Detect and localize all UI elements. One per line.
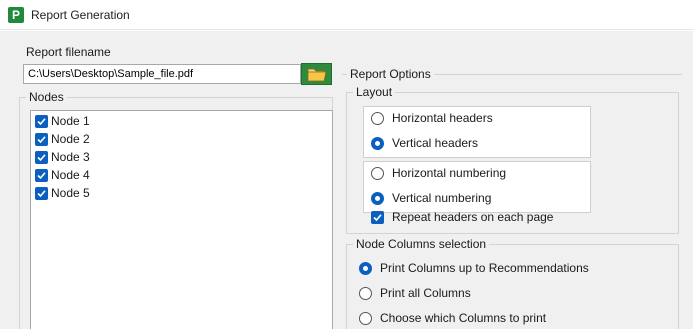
checkmark-icon (37, 117, 46, 125)
layout-legend: Layout (353, 85, 396, 99)
nodes-legend: Nodes (26, 90, 67, 104)
node-5-checkbox[interactable] (35, 186, 48, 200)
node-3-checkbox[interactable] (35, 150, 48, 164)
node-2-checkbox[interactable] (35, 132, 48, 146)
print-all-columns-option[interactable]: Print all Columns (359, 286, 471, 300)
folder-open-icon (307, 68, 326, 82)
node-columns-legend: Node Columns selection (353, 237, 490, 251)
node-1-label: Node 1 (51, 114, 90, 128)
node-1-checkbox[interactable] (35, 114, 48, 128)
nodes-list[interactable]: Node 1 Node 2 Node 3 Node 4 Node 5 (30, 110, 333, 329)
repeat-headers-label: Repeat headers on each page (392, 210, 554, 224)
list-item-node-4[interactable]: Node 4 (35, 166, 90, 184)
vertical-headers-label: Vertical headers (392, 136, 479, 150)
print-all-columns-label: Print all Columns (380, 286, 471, 300)
print-all-columns-radio[interactable] (359, 286, 372, 300)
report-options-legend: Report Options (347, 67, 434, 81)
horizontal-headers-label: Horizontal headers (392, 111, 493, 125)
checkmark-icon (37, 135, 46, 143)
repeat-headers-option[interactable]: Repeat headers on each page (371, 210, 553, 224)
vertical-headers-option[interactable]: Vertical headers (371, 136, 478, 150)
report-filename-input[interactable] (23, 64, 301, 84)
vertical-headers-radio[interactable] (371, 136, 384, 150)
list-item-node-1[interactable]: Node 1 (35, 112, 90, 130)
node-2-label: Node 2 (51, 132, 90, 146)
title-bar: P Report Generation (0, 0, 693, 30)
checkmark-icon (373, 213, 382, 221)
print-columns-up-to-recommendations-radio[interactable] (359, 261, 372, 275)
horizontal-numbering-label: Horizontal numbering (392, 166, 507, 180)
node-5-label: Node 5 (51, 186, 90, 200)
horizontal-numbering-option[interactable]: Horizontal numbering (371, 166, 506, 180)
checkmark-icon (37, 153, 46, 161)
node-3-label: Node 3 (51, 150, 90, 164)
print-columns-up-to-recommendations-option[interactable]: Print Columns up to Recommendations (359, 261, 589, 275)
horizontal-headers-radio[interactable] (371, 111, 384, 125)
print-columns-up-to-recommendations-label: Print Columns up to Recommendations (380, 261, 589, 275)
choose-columns-option[interactable]: Choose which Columns to print (359, 311, 546, 325)
nodes-group: Nodes Node 1 Node 2 Node 3 Node 4 Node 5 (19, 90, 333, 329)
horizontal-numbering-radio[interactable] (371, 166, 384, 180)
window-title: Report Generation (31, 8, 130, 22)
list-item-node-5[interactable]: Node 5 (35, 184, 90, 202)
node-4-label: Node 4 (51, 168, 90, 182)
vertical-numbering-option[interactable]: Vertical numbering (371, 191, 491, 205)
dialog-body: Report filename Nodes Node 1 Node 2 (0, 31, 693, 329)
vertical-numbering-radio[interactable] (371, 191, 384, 205)
vertical-numbering-label: Vertical numbering (392, 191, 492, 205)
node-4-checkbox[interactable] (35, 168, 48, 182)
horizontal-headers-option[interactable]: Horizontal headers (371, 111, 493, 125)
list-item-node-3[interactable]: Node 3 (35, 148, 90, 166)
checkmark-icon (37, 171, 46, 179)
browse-folder-button[interactable] (301, 63, 332, 85)
repeat-headers-checkbox[interactable] (371, 210, 384, 224)
choose-columns-radio[interactable] (359, 311, 372, 325)
checkmark-icon (37, 189, 46, 197)
report-filename-label: Report filename (26, 45, 111, 59)
choose-columns-label: Choose which Columns to print (380, 311, 547, 325)
list-item-node-2[interactable]: Node 2 (35, 130, 90, 148)
app-logo-icon: P (8, 7, 24, 23)
